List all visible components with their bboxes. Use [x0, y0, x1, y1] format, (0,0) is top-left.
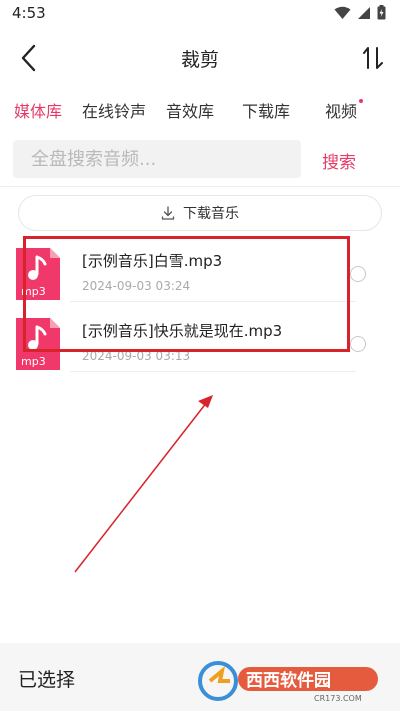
watermark-logo: 西西软件园 CR173.COM — [198, 661, 378, 703]
tab-downloads[interactable]: 下载库 — [242, 98, 290, 122]
tab-bar: 媒体库 在线铃声 音效库 下载库 视频 — [0, 98, 400, 126]
sort-icon — [363, 47, 383, 69]
highlight-box — [23, 236, 350, 352]
search-input[interactable] — [13, 140, 301, 178]
tab-media-library[interactable]: 媒体库 — [14, 98, 62, 122]
tab-video[interactable]: 视频 — [325, 98, 364, 122]
bottom-bar: 已选择 西西软件园 CR173.COM — [0, 643, 400, 711]
search-button[interactable]: 搜索 — [322, 148, 356, 173]
tab-label: 媒体库 — [14, 102, 63, 121]
tab-label: 下载库 — [242, 102, 291, 121]
download-music-label: 下载音乐 — [183, 206, 239, 222]
tab-label: 在线铃声 — [82, 102, 147, 121]
wifi-icon — [334, 6, 351, 19]
select-radio[interactable] — [350, 336, 366, 352]
tab-label: 音效库 — [166, 102, 215, 121]
page-title: 裁剪 — [180, 49, 219, 71]
tab-new-dot — [359, 99, 364, 103]
search-box — [13, 140, 301, 178]
watermark-domain: CR173.COM — [314, 694, 362, 703]
download-icon — [161, 206, 175, 220]
divider — [70, 371, 356, 372]
divider — [0, 186, 400, 187]
download-music-button[interactable]: 下载音乐 — [18, 195, 382, 231]
selected-count-label: 已选择 — [18, 669, 76, 691]
select-radio[interactable] — [350, 266, 366, 282]
battery-icon — [377, 5, 386, 20]
tab-label: 视频 — [325, 102, 358, 121]
status-time: 4:53 — [12, 4, 46, 22]
sort-button[interactable] — [358, 40, 388, 76]
tab-online-ringtones[interactable]: 在线铃声 — [82, 98, 146, 122]
watermark-text: 西西软件园 — [246, 670, 331, 691]
signal-icon — [358, 6, 370, 19]
tab-sound-effects[interactable]: 音效库 — [166, 98, 214, 122]
file-type-badge: mp3 — [21, 355, 46, 368]
status-icons — [334, 5, 386, 20]
